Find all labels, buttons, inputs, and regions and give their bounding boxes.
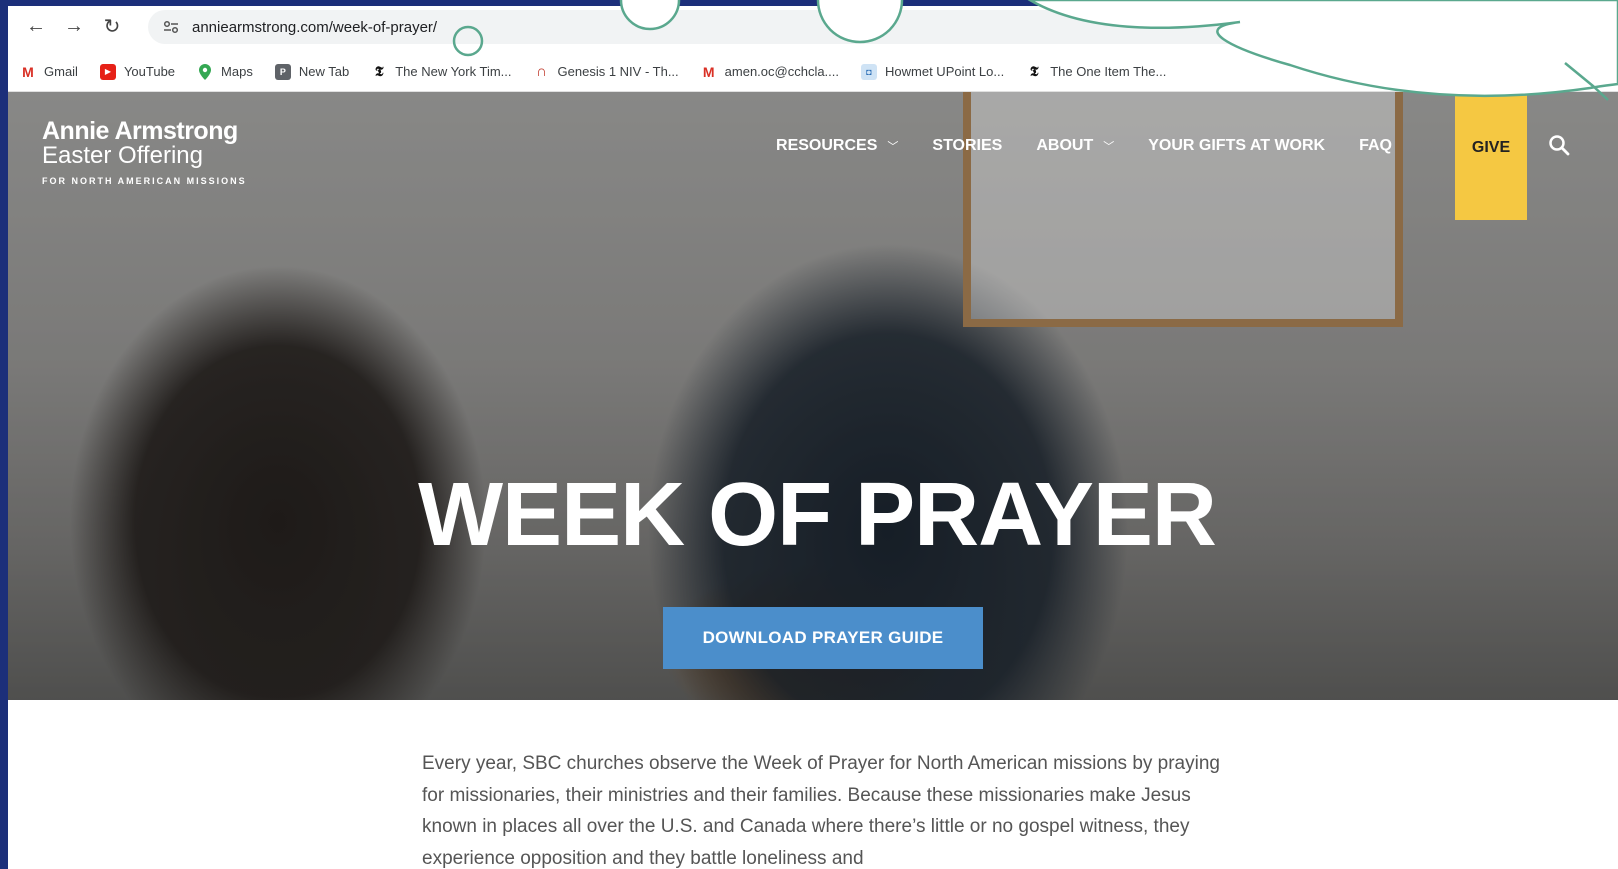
bookmark-howmet[interactable]: ◘ Howmet UPoint Lo... — [861, 63, 1004, 80]
main-navigation: RESOURCES ﹀ STORIES ABOUT ﹀ YOUR GIFTS A… — [776, 136, 1392, 156]
bible-icon: ∩ — [536, 63, 547, 80]
reload-icon: ↻ — [103, 15, 121, 38]
address-bar[interactable]: anniearmstrong.com/week-of-prayer/ — [148, 10, 1348, 44]
hero-section: Annie Armstrong Easter Offering FOR NORT… — [8, 92, 1618, 700]
site-settings-icon[interactable] — [162, 18, 180, 36]
url-text: anniearmstrong.com/week-of-prayer/ — [192, 18, 438, 36]
background-photo-frame — [963, 92, 1403, 327]
nav-your-gifts-at-work[interactable]: YOUR GIFTS AT WORK — [1148, 137, 1325, 155]
gmail-icon: M — [702, 63, 715, 80]
youtube-icon: ▶ — [99, 63, 116, 80]
give-button[interactable]: GIVE — [1455, 92, 1527, 220]
nyt-icon: 𝕿 — [1029, 63, 1039, 80]
nav-stories[interactable]: STORIES — [932, 137, 1002, 155]
bookmarks-bar: M Gmail ▶ YouTube Maps P New Tab 𝕿 The N… — [8, 52, 1618, 92]
reload-button[interactable]: ↻ — [100, 14, 124, 38]
nyt-icon: 𝕿 — [374, 63, 384, 80]
search-icon[interactable] — [1548, 134, 1572, 158]
maps-icon — [197, 63, 213, 80]
forward-button[interactable]: → — [62, 14, 86, 38]
back-button[interactable]: ← — [24, 14, 48, 38]
site-logo[interactable]: Annie Armstrong Easter Offering FOR NORT… — [42, 118, 247, 186]
chevron-down-icon: ﹀ — [887, 141, 899, 153]
bookmark-genesis[interactable]: ∩ Genesis 1 NIV - Th... — [534, 63, 679, 80]
back-icon: ← — [26, 14, 46, 37]
browser-window: ← → ↻ anniearmstrong.com/week-of-prayer/… — [8, 0, 1618, 869]
gmail-icon: M — [22, 63, 34, 80]
bookmark-maps[interactable]: Maps — [197, 63, 253, 80]
browser-toolbar: ← → ↻ anniearmstrong.com/week-of-prayer/ — [8, 0, 1618, 52]
nav-about[interactable]: ABOUT ﹀ — [1036, 137, 1114, 155]
download-prayer-guide-button[interactable]: DOWNLOAD PRAYER GUIDE — [663, 607, 983, 669]
bookmark-new-tab[interactable]: P New Tab — [274, 63, 349, 80]
bookmark-youtube[interactable]: ▶ YouTube — [99, 63, 175, 80]
bookmark-gmail[interactable]: M Gmail — [20, 64, 78, 80]
new-tab-icon: P — [274, 63, 291, 80]
bookmark-nyt[interactable]: 𝕿 The New York Tim... — [371, 63, 512, 80]
nav-resources[interactable]: RESOURCES ﹀ — [776, 137, 898, 155]
bookmark-amen-mail[interactable]: M amen.oc@cchcla.... — [701, 64, 839, 80]
nav-faq[interactable]: FAQ — [1359, 137, 1392, 155]
forward-icon: → — [64, 14, 84, 37]
intro-paragraph: Every year, SBC churches observe the Wee… — [422, 753, 1220, 869]
bookmark-one-item[interactable]: 𝕿 The One Item The... — [1026, 64, 1166, 80]
page-title: WEEK OF PRAYER — [418, 465, 1217, 565]
chevron-down-icon: ﹀ — [1103, 141, 1115, 153]
howmet-icon: ◘ — [861, 63, 878, 80]
